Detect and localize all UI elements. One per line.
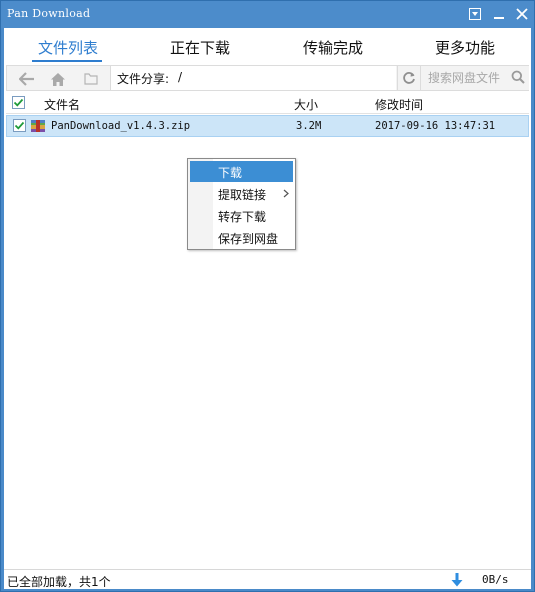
status-bar: 已全部加载，共1个 0B/s [4,569,531,589]
path-bar[interactable]: 文件分享: / [111,66,396,90]
chevron-right-icon [283,189,289,198]
menu-item-transfer-download[interactable]: 转存下载 [190,205,293,226]
menu-item-save-to-cloud[interactable]: 保存到网盘 [190,227,293,248]
menu-item-label: 下载 [218,166,243,180]
column-header-name[interactable]: 文件名 [44,96,80,113]
folder-icon[interactable] [82,70,100,88]
status-text: 已全部加载，共1个 [7,575,111,589]
tab-more-features[interactable]: 更多功能 [420,37,510,58]
tab-bar: 文件列表 正在下载 传输完成 更多功能 [4,28,531,64]
refresh-icon [403,72,415,84]
app-window: Pan Download 文件列表 正在下载 传输完成 更多功能 文件分享: /… [0,0,535,592]
active-tab-indicator [32,60,102,62]
toolbar: 文件分享: / [6,65,529,91]
list-header: 文件名 大小 修改时间 [6,92,529,114]
row-checkbox[interactable] [13,119,26,132]
checkmark-icon [13,98,24,107]
select-all-checkbox[interactable] [12,96,25,109]
menu-item-download[interactable]: 下载 [190,161,293,182]
archive-icon [31,120,45,132]
home-icon[interactable] [49,70,67,88]
file-size: 3.2M [296,120,322,132]
tab-downloading[interactable]: 正在下载 [155,37,245,58]
menu-item-label: 转存下载 [218,210,267,224]
search-input[interactable] [428,69,508,87]
search-icon[interactable] [511,70,527,86]
search-box [422,66,529,90]
refresh-button[interactable] [397,66,421,90]
table-row[interactable]: PanDownload_v1.4.3.zip 3.2M 2017-09-16 1… [6,115,529,137]
download-speed: 0B/s [482,573,509,586]
checkmark-icon [14,121,25,130]
minimize-icon[interactable] [491,6,507,22]
path-value: / [178,70,183,84]
download-arrow-icon [451,573,463,587]
window-title: Pan Download [7,7,91,20]
menu-dropdown-icon[interactable] [467,6,483,22]
menu-item-label: 提取链接 [218,188,267,202]
close-icon[interactable] [514,6,530,22]
path-label: 文件分享: [117,72,170,86]
client-area: 文件列表 正在下载 传输完成 更多功能 文件分享: / 搜索网盘文件 文件名 大… [4,28,531,589]
back-arrow-icon[interactable] [18,70,36,88]
file-name: PanDownload_v1.4.3.zip [51,120,191,132]
title-bar[interactable]: Pan Download [1,1,534,28]
menu-item-label: 保存到网盘 [218,232,279,246]
column-header-modified[interactable]: 修改时间 [375,96,423,113]
file-modified: 2017-09-16 13:47:31 [375,120,496,132]
tab-completed[interactable]: 传输完成 [288,37,378,58]
tab-file-list[interactable]: 文件列表 [23,37,113,58]
menu-item-extract-link[interactable]: 提取链接 [190,183,293,204]
column-header-size[interactable]: 大小 [294,96,318,113]
context-menu: 下载 提取链接 转存下载 保存到网盘 [187,158,296,250]
